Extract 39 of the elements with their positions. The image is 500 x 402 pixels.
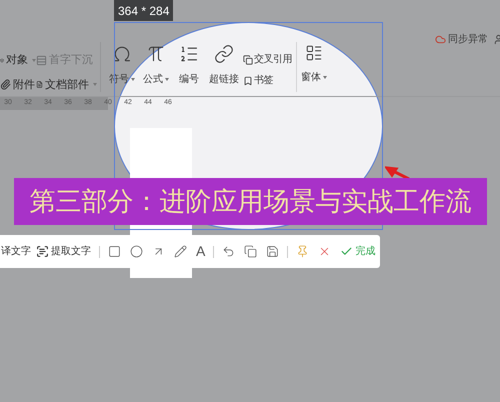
caret-icon bbox=[32, 58, 36, 62]
annotation-arrow bbox=[385, 166, 411, 180]
undo-icon[interactable] bbox=[222, 245, 236, 258]
copy-icon[interactable] bbox=[244, 245, 258, 258]
ribbon-button[interactable]: 超链接 bbox=[209, 44, 239, 87]
ribbon-button[interactable]: 对象 bbox=[0, 52, 36, 68]
ribbon-icon bbox=[0, 79, 11, 90]
translate-button[interactable]: 译文字 bbox=[1, 244, 31, 259]
pencil-tool-icon[interactable] bbox=[174, 245, 187, 258]
ribbon-icon bbox=[36, 79, 43, 90]
ribbon-icon bbox=[214, 44, 234, 64]
cloud-icon bbox=[435, 34, 446, 45]
ribbon-button[interactable]: 附件 bbox=[0, 76, 36, 93]
scan-text-icon bbox=[36, 245, 49, 258]
ribbon-icon bbox=[243, 76, 253, 86]
ribbon-button[interactable]: 编号 bbox=[177, 44, 201, 87]
caret-icon bbox=[93, 83, 97, 86]
ribbon-icon bbox=[112, 44, 132, 64]
ribbon-button[interactable]: 公式 bbox=[143, 44, 169, 87]
caret-icon bbox=[323, 76, 327, 79]
ribbon-button[interactable]: 窗体 bbox=[301, 44, 327, 85]
ribbon-icon bbox=[179, 44, 199, 64]
save-icon[interactable] bbox=[266, 245, 280, 258]
ribbon-icon bbox=[243, 54, 253, 64]
caret-icon bbox=[131, 78, 135, 81]
caret-icon bbox=[165, 78, 169, 81]
ribbon-button[interactable]: 交叉引用 bbox=[243, 52, 292, 67]
ribbon-button[interactable]: 书签 bbox=[243, 73, 292, 88]
extract-text-button[interactable]: 提取文字 bbox=[36, 244, 91, 259]
sync-status[interactable]: 同步异常 bbox=[435, 32, 488, 47]
ribbon-icon bbox=[146, 44, 166, 64]
ribbon-button[interactable]: 文档部件 bbox=[36, 76, 97, 93]
size-label: 364 * 284 bbox=[114, 0, 174, 21]
rectangle-tool-icon[interactable] bbox=[108, 245, 121, 258]
ribbon-icon bbox=[36, 54, 47, 66]
form-icon bbox=[305, 44, 323, 62]
title-banner: 第三部分：进阶应用场景与实战工作流 bbox=[14, 178, 487, 225]
ellipse-tool-icon[interactable] bbox=[130, 245, 143, 258]
text-tool-button[interactable]: A bbox=[196, 241, 206, 262]
